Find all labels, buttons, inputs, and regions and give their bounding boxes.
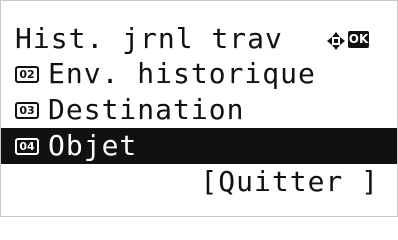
four-way-arrow-icon [327, 32, 345, 50]
menu-item-objet[interactable]: 04 Objet [1, 128, 397, 164]
item-number-badge: 02 [15, 66, 39, 83]
item-number-badge: 04 [15, 138, 39, 155]
item-number-badge: 03 [15, 102, 39, 119]
title-bar: Hist. jrnl trav OK [1, 21, 397, 57]
screen-title: Hist. jrnl trav [15, 22, 283, 55]
menu-item-label: Objet [48, 129, 138, 162]
menu-item-env-historique[interactable]: 02 Env. historique [1, 56, 397, 92]
menu-item-label: Env. historique [48, 57, 316, 90]
softkey-bar: [Quitter ] [1, 164, 397, 200]
quit-softkey[interactable]: [Quitter ] [200, 164, 379, 200]
menu-item-label: Destination [48, 93, 245, 126]
lcd-panel: Hist. jrnl trav OK 02 Env. historique 03… [0, 0, 398, 217]
ok-key-badge: OK [348, 31, 369, 48]
menu-item-destination[interactable]: 03 Destination [1, 92, 397, 128]
